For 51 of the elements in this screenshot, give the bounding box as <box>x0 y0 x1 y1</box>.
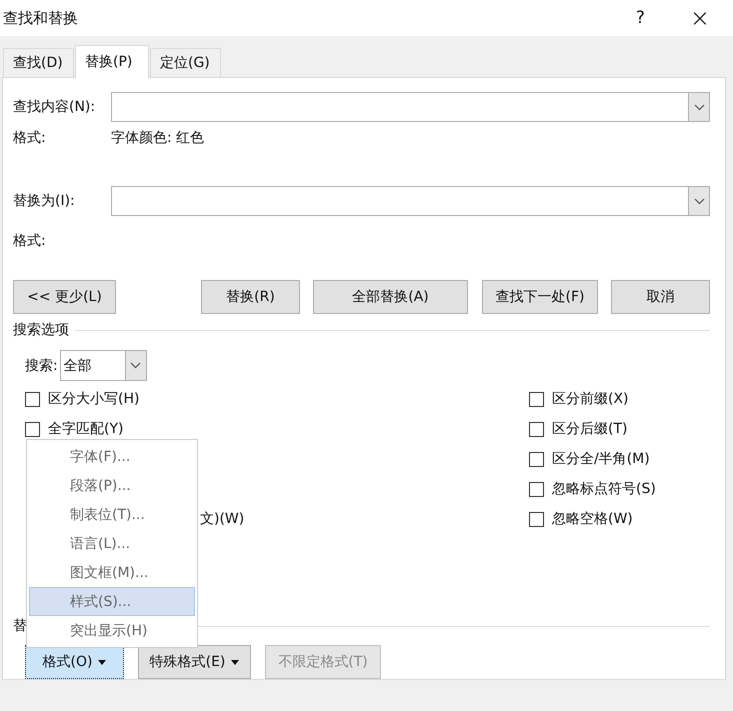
chevron-down-icon <box>694 104 704 110</box>
group-title: 搜索选项 <box>13 321 69 339</box>
option-label: 区分前缀(X) <box>552 390 629 408</box>
menu-item[interactable]: 语言(L)... <box>29 529 195 558</box>
option-label: 区分大小写(H) <box>48 390 140 408</box>
tab[interactable]: 替换(P) <box>75 45 149 78</box>
find-label: 查找内容(N): <box>13 98 96 116</box>
search-select[interactable]: 全部 <box>60 350 147 381</box>
close-button[interactable]: × <box>690 4 710 32</box>
format-value: 字体颜色: 红色 <box>111 129 204 147</box>
checkbox[interactable] <box>529 422 544 436</box>
option-label: 忽略标点符号(S) <box>552 480 656 498</box>
format-label: 格式: <box>13 129 47 147</box>
format-button[interactable]: 格式(O) <box>25 645 124 679</box>
caret-icon <box>98 660 106 664</box>
option-label: 文)(W) <box>200 510 244 528</box>
dialog-button[interactable]: << 更少(L) <box>13 280 116 314</box>
replace-field[interactable] <box>111 186 710 216</box>
option-label: 全字匹配(Y) <box>48 420 124 438</box>
option-label: 区分全/半角(M) <box>552 450 650 468</box>
dialog-button[interactable]: 替换(R) <box>201 280 300 314</box>
checkbox[interactable] <box>529 392 544 406</box>
caret-icon <box>231 660 240 664</box>
chevron-down-icon <box>694 198 704 204</box>
menu-item[interactable]: 样式(S)... <box>29 587 195 616</box>
chevron-down-icon <box>130 362 142 369</box>
dialog-button[interactable]: 查找下一处(F) <box>482 280 598 314</box>
dialog-button[interactable]: 全部替换(A) <box>313 280 468 314</box>
menu-item[interactable]: 字体(F)... <box>29 442 195 471</box>
checkbox[interactable] <box>25 422 40 436</box>
tab[interactable]: 查找(D) <box>3 48 74 77</box>
menu-item[interactable]: 制表位(T)... <box>29 500 195 529</box>
checkbox[interactable] <box>529 512 544 526</box>
format-label: 格式: <box>13 232 47 250</box>
replace-label: 替换为(I): <box>13 192 76 210</box>
format-button[interactable]: 特殊格式(E) <box>138 645 251 679</box>
group-title: 替 <box>13 617 27 635</box>
dialog-button[interactable]: 取消 <box>611 280 710 314</box>
checkbox[interactable] <box>25 392 40 406</box>
option-label: 忽略空格(W) <box>552 510 633 528</box>
help-button[interactable]: ? <box>636 8 645 28</box>
menu-item[interactable]: 图文框(M)... <box>29 558 195 587</box>
menu-item[interactable]: 突出显示(H) <box>29 616 195 645</box>
checkbox[interactable] <box>529 482 544 496</box>
search-label: 搜索: <box>25 356 58 374</box>
find-field[interactable] <box>111 92 710 122</box>
tab[interactable]: 定位(G) <box>150 48 221 77</box>
menu-item[interactable]: 段落(P)... <box>29 471 195 500</box>
option-label: 区分后缀(T) <box>552 420 628 438</box>
checkbox[interactable] <box>529 452 544 466</box>
window-title: 查找和替换 <box>3 8 78 28</box>
